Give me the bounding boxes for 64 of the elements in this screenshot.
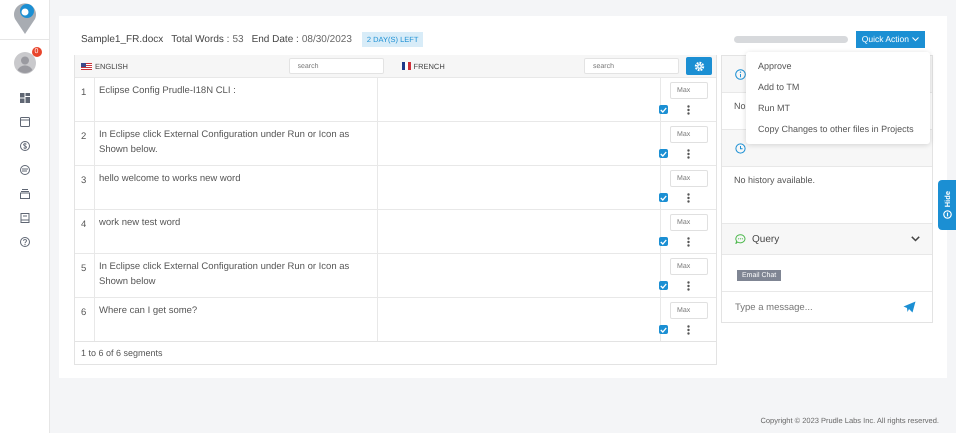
checkbox[interactable] bbox=[659, 193, 668, 202]
source-text: In Eclipse click External Configuration under Run or Icon as Shown below bbox=[95, 254, 378, 297]
checkbox[interactable] bbox=[659, 325, 668, 334]
dollar-circle-icon[interactable] bbox=[20, 141, 30, 151]
check-icon bbox=[660, 150, 667, 156]
end-date-value: 08/30/2023 bbox=[302, 34, 352, 44]
chevron-down-icon bbox=[912, 36, 919, 42]
query-title: Query bbox=[752, 234, 780, 244]
stack-icon[interactable] bbox=[20, 189, 30, 199]
chevron-down-icon[interactable] bbox=[911, 236, 920, 242]
check-icon bbox=[660, 326, 667, 332]
check-icon bbox=[660, 194, 667, 200]
row-number: 3 bbox=[75, 166, 95, 209]
row-number: 6 bbox=[75, 298, 95, 341]
help-icon[interactable] bbox=[20, 237, 30, 247]
more-vertical-icon[interactable] bbox=[687, 193, 690, 203]
menu-item[interactable]: Approve bbox=[746, 56, 930, 77]
info-icon[interactable] bbox=[735, 68, 746, 80]
checkbox[interactable] bbox=[659, 105, 668, 114]
check-icon bbox=[660, 282, 667, 288]
source-text: In Eclipse click External Configuration under Run or Icon as Shown below. bbox=[95, 122, 378, 165]
pin-logo-icon[interactable] bbox=[12, 1, 38, 35]
window-icon[interactable] bbox=[20, 117, 30, 127]
more-vertical-icon[interactable] bbox=[687, 149, 690, 159]
check-icon bbox=[660, 238, 667, 244]
circle-icon bbox=[942, 210, 952, 219]
more-vertical-icon[interactable] bbox=[687, 237, 690, 247]
quick-action-button[interactable]: Quick Action bbox=[856, 30, 925, 48]
chat-bubble-icon bbox=[735, 234, 746, 244]
avatar-icon[interactable] bbox=[14, 52, 36, 74]
source-text: work new test word bbox=[95, 210, 378, 253]
settings-button[interactable] bbox=[686, 57, 712, 75]
row-number: 2 bbox=[75, 122, 95, 165]
more-vertical-icon[interactable] bbox=[687, 281, 690, 291]
history-text: No history available. bbox=[734, 175, 816, 185]
info-text: No bbox=[734, 101, 746, 111]
more-vertical-icon[interactable] bbox=[687, 325, 690, 335]
settings-icon bbox=[694, 60, 704, 72]
source-text: Where can I get some? bbox=[95, 298, 378, 341]
source-text: hello welcome to works new word bbox=[95, 166, 378, 209]
menu-item[interactable]: Copy Changes to other files in Projects bbox=[746, 119, 930, 140]
send-icon[interactable] bbox=[903, 301, 916, 313]
checkbox[interactable] bbox=[659, 281, 668, 290]
menu-item[interactable]: Run MT bbox=[746, 98, 930, 119]
total-words-value: 53 bbox=[232, 34, 244, 44]
checkbox[interactable] bbox=[659, 149, 668, 158]
total-words-label: Total Words : bbox=[171, 34, 230, 44]
more-vertical-icon[interactable] bbox=[687, 105, 690, 115]
row-number: 5 bbox=[75, 254, 95, 297]
row-number: 1 bbox=[75, 78, 95, 121]
france-flag-icon bbox=[402, 62, 410, 70]
history-icon[interactable] bbox=[735, 142, 746, 154]
book-icon[interactable] bbox=[20, 213, 30, 223]
chat-icon[interactable] bbox=[20, 165, 30, 175]
menu-item[interactable]: Add to TM bbox=[746, 77, 930, 98]
dashboard-icon[interactable] bbox=[20, 93, 30, 103]
checkbox[interactable] bbox=[659, 237, 668, 246]
row-number: 4 bbox=[75, 210, 95, 253]
segment-count: 1 to 6 of 6 segments bbox=[81, 348, 163, 358]
end-date-label: End Date : bbox=[252, 34, 299, 44]
check-icon bbox=[660, 106, 667, 112]
source-text: Eclipse Config Prudle-I18N CLI : bbox=[95, 78, 378, 121]
us-flag-icon bbox=[81, 62, 92, 70]
file-name: Sample1_FR.docx bbox=[81, 34, 164, 44]
